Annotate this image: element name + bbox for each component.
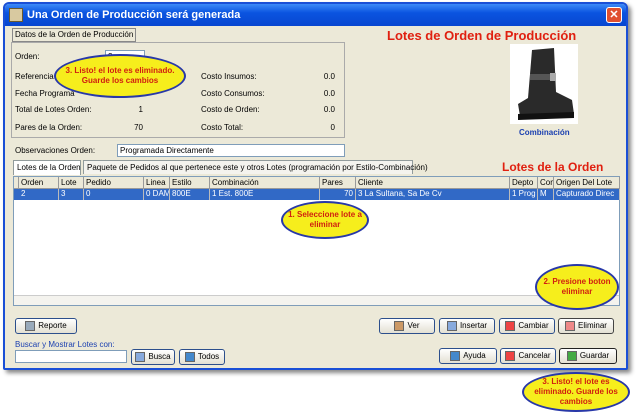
eliminar-button[interactable]: Eliminar — [558, 318, 614, 334]
callout-step3-bottom: 3. Listo! el lote es eliminado. Guarde l… — [522, 372, 630, 412]
callout-step2: 2. Presione boton eliminar — [535, 264, 619, 310]
boot-image — [510, 44, 578, 124]
search-icon — [135, 351, 146, 362]
ver-button[interactable]: Ver — [379, 318, 435, 334]
fecha-label: Fecha Programa — [15, 89, 75, 98]
delete-icon — [565, 320, 576, 331]
insert-icon — [446, 320, 457, 331]
cell-pares: 70 — [320, 189, 356, 200]
group-title: Datos de la Orden de Producción — [12, 28, 137, 42]
col-header[interactable]: Cliente — [356, 177, 510, 189]
tab-lotes-orden[interactable]: Lotes de la Orden — [13, 160, 81, 175]
cell-linea: 0 DAMA — [146, 189, 170, 200]
report-icon — [25, 320, 36, 331]
callout-step1: 1. Seleccione lote a eliminar — [281, 201, 369, 239]
window-title: Una Orden de Producción será generada — [27, 9, 241, 21]
cambiar-label: Cambiar — [518, 321, 549, 330]
col-header[interactable]: Linea — [144, 177, 170, 189]
busca-label: Busca — [148, 352, 171, 361]
costo-insumos-label: Costo Insumos: — [201, 72, 257, 81]
cell-com: M — [538, 189, 554, 200]
pares-label: Pares de la Orden: — [15, 123, 83, 132]
search-label: Buscar y Mostrar Lotes con: — [15, 340, 115, 349]
todos-button[interactable]: Todos — [179, 349, 225, 365]
help-icon — [450, 350, 461, 361]
cell-estilo: 800E — [170, 189, 210, 200]
reporte-label: Reporte — [38, 321, 67, 330]
cell-depto: 1 Prog — [510, 189, 538, 200]
insertar-label: Insertar — [459, 321, 488, 330]
costo-orden-label: Costo de Orden: — [201, 105, 260, 114]
costo-total-value: 0 — [330, 123, 335, 132]
costo-orden-value: 0.0 — [323, 105, 335, 114]
costo-consumos-value: 0.0 — [323, 89, 335, 98]
todos-label: Todos — [197, 352, 220, 361]
horizontal-scrollbar[interactable] — [14, 295, 619, 305]
guardar-button[interactable]: Guardar — [559, 348, 617, 364]
ayuda-label: Ayuda — [463, 351, 486, 360]
cell-origen: Capturado Direc — [554, 189, 620, 200]
col-header[interactable]: Origen Del Lote — [554, 177, 620, 189]
col-header[interactable]: Orden — [19, 177, 59, 189]
search-input[interactable] — [15, 350, 127, 363]
grid-header: Orden Lote Pedido Linea Estilo Combinaci… — [14, 177, 620, 189]
pares-value: 70 — [134, 123, 143, 132]
busca-button[interactable]: Busca — [131, 349, 175, 365]
cambiar-button[interactable]: Cambiar — [499, 318, 555, 334]
ayuda-button[interactable]: Ayuda — [439, 348, 497, 364]
orders-title: Lotes de la Orden — [502, 160, 604, 174]
reporte-button[interactable]: Reporte — [15, 318, 77, 334]
col-header[interactable]: Lote — [59, 177, 84, 189]
orden-label: Orden: — [15, 52, 40, 61]
cancel-icon — [505, 350, 516, 361]
col-header[interactable]: Estilo — [170, 177, 210, 189]
table-row[interactable]: 2 3 0 0 DAMA 800E 1 Est. 800E 70 3 La Su… — [14, 189, 620, 200]
cell-orden: 2 — [19, 189, 59, 200]
costo-consumos-label: Costo Consumos: — [201, 89, 265, 98]
close-button[interactable]: ✕ — [606, 7, 622, 23]
app-icon — [9, 8, 23, 22]
costo-insumos-value: 0.0 — [323, 72, 335, 81]
cancelar-label: Cancelar — [518, 351, 551, 360]
lots-grid[interactable]: Orden Lote Pedido Linea Estilo Combinaci… — [13, 176, 620, 306]
referencia-label: Referencia: — [15, 72, 56, 81]
cell-combinacion: 1 Est. 800E — [210, 189, 320, 200]
check-icon — [566, 350, 577, 361]
cell-pedido: 0 — [84, 189, 144, 200]
cell-cliente: 3 La Sultana, Sa De Cv — [356, 189, 510, 200]
total-lotes-label: Total de Lotes Orden: — [15, 105, 92, 114]
total-lotes-value: 1 — [138, 105, 143, 114]
col-header[interactable]: Combinación — [210, 177, 320, 189]
change-icon — [505, 320, 516, 331]
refresh-icon — [184, 351, 195, 362]
title-bar: Una Orden de Producción será generada ✕ — [5, 4, 626, 26]
callout-step3-top: 3. Listo! el lote es eliminado. Guarde l… — [54, 54, 186, 98]
product-caption: Combinación — [519, 128, 570, 137]
guardar-label: Guardar — [579, 351, 610, 360]
observaciones-label: Observaciones Orden: — [15, 146, 96, 155]
eliminar-label: Eliminar — [578, 321, 607, 330]
col-header[interactable]: Com — [538, 177, 554, 189]
main-title: Lotes de Orden de Producción — [387, 28, 577, 43]
col-header[interactable]: Depto — [510, 177, 538, 189]
observaciones-field[interactable]: Programada Directamente — [117, 144, 345, 157]
cell-lote: 3 — [59, 189, 84, 200]
tab-paquete-pedidos[interactable]: Paquete de Pedidos al que pertenece este… — [83, 160, 428, 174]
col-header[interactable]: Pares — [320, 177, 356, 189]
insertar-button[interactable]: Insertar — [439, 318, 495, 334]
costo-total-label: Costo Total: — [201, 123, 244, 132]
view-icon — [394, 320, 405, 331]
cancelar-button[interactable]: Cancelar — [500, 348, 556, 364]
ver-label: Ver — [407, 321, 420, 330]
col-header[interactable]: Pedido — [84, 177, 144, 189]
